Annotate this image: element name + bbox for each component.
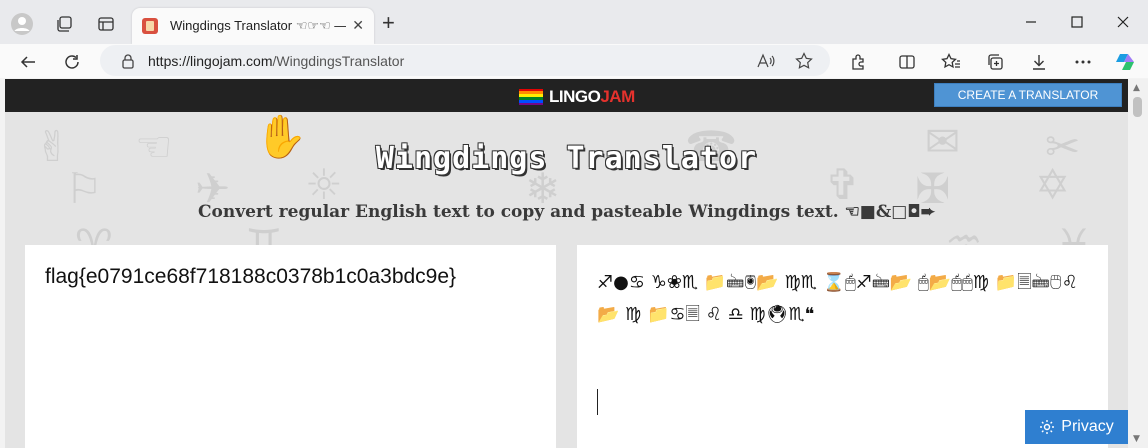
read-aloud-icon[interactable] [756, 51, 776, 71]
more-icon[interactable] [1070, 49, 1096, 75]
text-caret [597, 389, 598, 415]
split-screen-icon[interactable] [894, 49, 920, 75]
scroll-up-icon[interactable]: ▲ [1133, 83, 1140, 93]
lingojam-favicon-icon [142, 18, 158, 34]
page-scrollbar[interactable]: ▲ ▼ [1128, 79, 1148, 448]
close-window-icon[interactable] [1100, 10, 1146, 34]
workspaces-icon[interactable] [50, 10, 78, 38]
minimize-icon[interactable] [1008, 10, 1054, 34]
brand-name: LINGOJAM [549, 87, 635, 106]
downloads-icon[interactable] [1026, 49, 1052, 75]
gear-icon [1040, 420, 1055, 434]
refresh-icon[interactable] [58, 48, 86, 76]
address-bar[interactable]: https://lingojam.com/WingdingsTranslator [100, 45, 830, 76]
tab-strip: Wingdings Translator ☜☞☜ — Li ✕ + [0, 0, 1148, 44]
input-textarea[interactable]: flag{e0791ce68f718188c0378b1c0a3bdc9e} [25, 245, 556, 448]
privacy-label: Privacy [1061, 418, 1114, 435]
favorite-star-icon[interactable] [794, 51, 814, 71]
new-tab-button[interactable]: + [382, 12, 395, 34]
lock-icon[interactable] [120, 53, 136, 69]
active-tab[interactable]: Wingdings Translator ☜☞☜ — Li ✕ [132, 8, 374, 44]
site-header: LINGOJAM CREATE A TRANSLATOR [5, 79, 1128, 112]
rainbow-flag-icon [519, 88, 543, 106]
scroll-thumb[interactable] [1133, 97, 1142, 117]
page-subtitle: Convert regular English text to copy and… [198, 202, 935, 222]
create-translator-button[interactable]: CREATE A TRANSLATOR [934, 83, 1122, 107]
tab-title: Wingdings Translator ☜☞☜ — Li [170, 18, 346, 33]
url-text[interactable]: https://lingojam.com/WingdingsTranslator [148, 53, 404, 69]
page-viewport: ✌☜✋ ☎✉✂ ⚐✈☼ ❄✞✠ ✡♈♊ ♒♓ LINGOJAM CREATE A… [5, 79, 1128, 448]
maximize-icon[interactable] [1054, 10, 1100, 34]
profile-icon[interactable] [8, 10, 36, 38]
page-title: Wingdings Translator [375, 141, 758, 176]
collections-icon[interactable] [982, 49, 1008, 75]
scroll-down-icon[interactable]: ▼ [1133, 434, 1140, 444]
copilot-icon[interactable] [1112, 49, 1138, 75]
close-tab-icon[interactable]: ✕ [352, 18, 364, 34]
input-text: flag{e0791ce68f718188c0378b1c0a3bdc9e} [45, 265, 457, 288]
tab-actions-icon[interactable] [92, 10, 120, 38]
extensions-icon[interactable] [846, 49, 872, 75]
back-icon[interactable] [14, 48, 42, 76]
lingojam-logo[interactable]: LINGOJAM [519, 87, 635, 107]
favorites-icon[interactable] [938, 49, 964, 75]
output-text: ♐●♋ ♑❀♏ 📁🖮🖲📂 ♍♏ ⌛🖱♐🖮📂 🖱📂🖱🖱♍ 📁🗏🖮🖱♌ 📂 ♍ 📁♋… [597, 272, 1078, 325]
privacy-button[interactable]: Privacy [1025, 410, 1128, 444]
browser-toolbar: https://lingojam.com/WingdingsTranslator [0, 44, 1148, 78]
